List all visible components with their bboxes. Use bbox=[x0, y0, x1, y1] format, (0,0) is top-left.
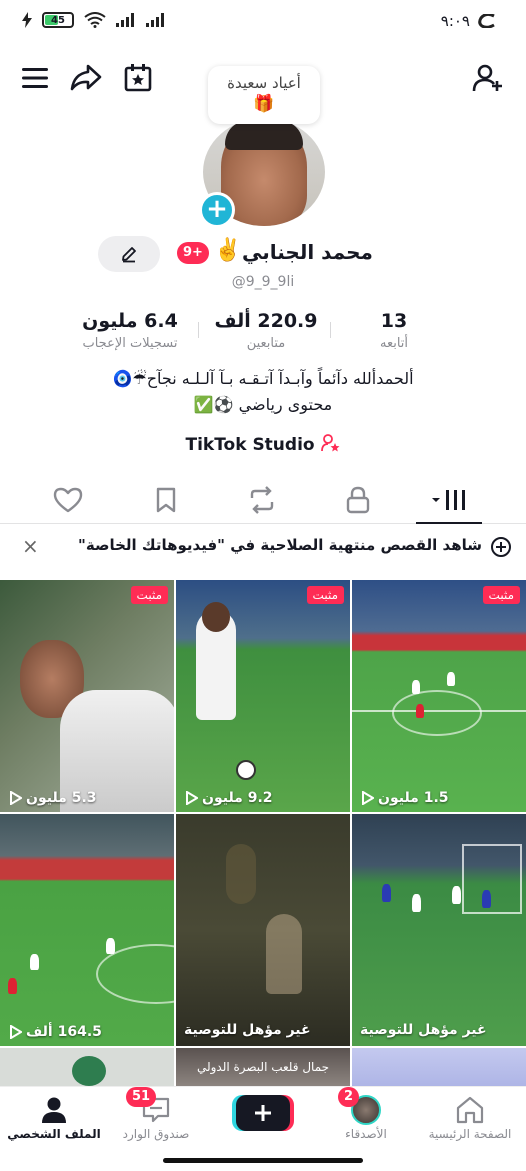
repost-icon bbox=[250, 486, 274, 514]
bookmark-icon bbox=[156, 487, 176, 513]
profile-stats: 6.4 مليون تسجيلات الإعجاب 220.9 ألف متاب… bbox=[0, 310, 526, 360]
add-friend-icon[interactable] bbox=[472, 62, 504, 94]
notification-badge[interactable]: 9+ bbox=[177, 242, 209, 264]
active-tab-indicator bbox=[416, 522, 482, 524]
following-count: 13 bbox=[380, 310, 408, 332]
pinned-badge: مثبت bbox=[130, 586, 168, 604]
studio-icon bbox=[320, 434, 340, 452]
note-bubble[interactable]: أعياد سعيدة 🎁 bbox=[208, 66, 320, 124]
video-tile[interactable]: جمال قلعب البصرة الدولي bbox=[176, 1048, 350, 1086]
tab-videos[interactable] bbox=[428, 484, 472, 516]
pinned-badge: مثبت bbox=[306, 586, 344, 604]
videos-grid-icon bbox=[432, 490, 465, 510]
following-label: أتابعه bbox=[379, 336, 409, 351]
battery-icon: 45 bbox=[42, 12, 74, 28]
likes-label: تسجيلات الإعجاب bbox=[82, 336, 178, 351]
content-tabs bbox=[0, 474, 526, 524]
profile-handle: @9_9_9li bbox=[231, 274, 295, 290]
pinned-badge: مثبت bbox=[482, 586, 520, 604]
profile-icon bbox=[42, 1097, 66, 1123]
stat-divider bbox=[198, 322, 199, 338]
stat-divider bbox=[330, 322, 331, 338]
battery-level: 45 bbox=[51, 14, 65, 26]
tiktok-studio-link[interactable]: TikTok Studio bbox=[0, 434, 526, 455]
nav-friends[interactable]: 2 الأصدقاء bbox=[316, 1087, 416, 1141]
followers-label: متابعين bbox=[246, 336, 286, 351]
home-indicator bbox=[163, 1158, 363, 1163]
video-tile[interactable] bbox=[0, 1048, 174, 1086]
play-icon bbox=[10, 1025, 22, 1039]
create-button[interactable] bbox=[236, 1095, 290, 1131]
play-icon bbox=[186, 791, 198, 805]
tab-liked[interactable] bbox=[50, 484, 86, 516]
play-icon bbox=[10, 791, 22, 805]
profile-name: محمد الجنابي bbox=[242, 240, 373, 264]
following-stat[interactable]: 13 أتابعه bbox=[344, 310, 444, 351]
note-text: أعياد سعيدة bbox=[227, 74, 301, 92]
nav-profile[interactable]: الملف الشخصي bbox=[4, 1093, 104, 1141]
friends-badge: 2 bbox=[338, 1087, 360, 1107]
plus-icon bbox=[255, 1105, 271, 1121]
tab-reposts[interactable] bbox=[244, 484, 280, 516]
studio-label: TikTok Studio bbox=[185, 435, 315, 455]
flash-icon bbox=[22, 12, 32, 28]
bottom-nav: الصفحة الرئيسية 2 الأصدقاء 51 صندوق الوا… bbox=[0, 1086, 526, 1171]
view-count: 164.5 ألف bbox=[10, 1024, 102, 1040]
tab-private[interactable] bbox=[340, 484, 376, 516]
view-count: 9.2 مليون bbox=[186, 790, 273, 806]
video-tile[interactable]: مثبت 9.2 مليون bbox=[176, 580, 350, 812]
name-row: 9+ ✌️ محمد الجنابي bbox=[0, 236, 526, 276]
followers-stat[interactable]: 220.9 ألف متابعين bbox=[196, 310, 336, 351]
play-icon bbox=[362, 791, 374, 805]
ineligible-label: غير مؤهل للتوصية bbox=[184, 1022, 311, 1038]
video-tile[interactable]: غير مؤهل للتوصية bbox=[176, 814, 350, 1046]
inbox-badge: 51 bbox=[126, 1087, 157, 1107]
nav-profile-label: الملف الشخصي bbox=[7, 1127, 101, 1141]
view-count: 5.3 مليون bbox=[10, 790, 97, 806]
close-icon[interactable]: × bbox=[22, 534, 39, 558]
add-story-button[interactable]: + bbox=[199, 192, 235, 228]
video-tile[interactable]: 164.5 ألف bbox=[0, 814, 174, 1046]
video-caption: جمال قلعب البصرة الدولي bbox=[196, 1060, 330, 1074]
likes-count: 6.4 مليون bbox=[82, 310, 178, 332]
followers-count: 220.9 ألف bbox=[214, 310, 318, 332]
ineligible-label: غير مؤهل للتوصية bbox=[360, 1022, 487, 1038]
expired-stories-banner[interactable]: شاهد القصص منتهية الصلاحية في "فيديوهاتك… bbox=[0, 530, 526, 562]
pencil-icon bbox=[122, 247, 136, 263]
gift-icon: 🎁 bbox=[253, 94, 275, 114]
nav-inbox[interactable]: 51 صندوق الوارد bbox=[106, 1087, 206, 1141]
signal-icon bbox=[116, 13, 134, 27]
nav-inbox-label: صندوق الوارد bbox=[122, 1127, 190, 1141]
signal-icon-2 bbox=[146, 13, 164, 27]
status-time: ٩:٠٩ bbox=[440, 12, 470, 30]
profile-bio: ألحمدألله دآئماً وآبـدآ آتـقـه بـآ آلـلـ… bbox=[0, 366, 526, 418]
share-icon[interactable] bbox=[70, 62, 102, 94]
home-icon bbox=[456, 1096, 484, 1124]
bio-line: محتوى رياضي ⚽✅ bbox=[193, 395, 333, 414]
video-tile[interactable] bbox=[352, 1048, 526, 1086]
app-notification-icon bbox=[478, 14, 495, 28]
video-tile[interactable]: غير مؤهل للتوصية bbox=[352, 814, 526, 1046]
bio-line: ألحمدألله دآئماً وآبـدآ آتـقـه بـآ آلـلـ… bbox=[112, 369, 414, 388]
menu-icon[interactable] bbox=[20, 62, 52, 94]
video-tile[interactable]: مثبت 5.3 مليون bbox=[0, 580, 174, 812]
nav-home-label: الصفحة الرئيسية bbox=[428, 1127, 512, 1141]
favorites-calendar-icon[interactable] bbox=[122, 62, 154, 94]
edit-profile-button[interactable] bbox=[98, 236, 160, 272]
nav-friends-label: الأصدقاء bbox=[345, 1127, 387, 1141]
likes-stat[interactable]: 6.4 مليون تسجيلات الإعجاب bbox=[60, 310, 200, 351]
nav-home[interactable]: الصفحة الرئيسية bbox=[420, 1093, 520, 1141]
add-story-icon bbox=[491, 537, 511, 557]
victory-emoji: ✌️ bbox=[214, 238, 242, 263]
banner-text: شاهد القصص منتهية الصلاحية في "فيديوهاتك… bbox=[78, 536, 482, 554]
view-count: 1.5 مليون bbox=[362, 790, 449, 806]
wifi-icon bbox=[84, 12, 106, 28]
video-tile[interactable]: مثبت 1.5 مليون bbox=[352, 580, 526, 812]
nav-create[interactable] bbox=[213, 1093, 313, 1133]
status-bar: 45 ٩:٠٩ bbox=[0, 0, 526, 48]
lock-icon bbox=[346, 486, 370, 514]
heart-icon bbox=[53, 487, 83, 513]
tab-favorites[interactable] bbox=[148, 484, 184, 516]
